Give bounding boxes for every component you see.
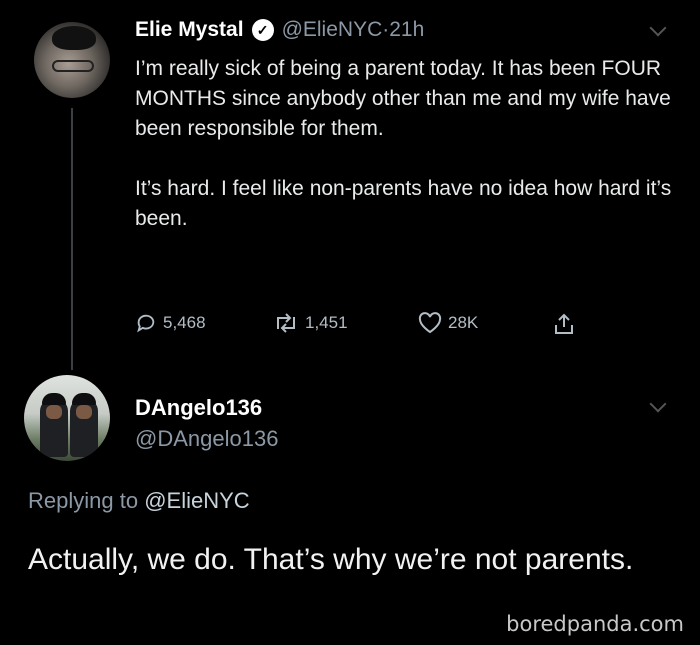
tweet-timestamp[interactable]: 21h [389, 18, 424, 42]
replying-prefix: Replying to [28, 488, 145, 513]
avatar[interactable] [24, 375, 110, 461]
verified-badge-icon: ✓ [251, 19, 274, 41]
tweet-text: I’m really sick of being a parent today.… [135, 54, 675, 264]
watermark: boredpanda.com [506, 612, 684, 636]
share-button[interactable] [553, 312, 581, 336]
avatar-face [76, 405, 92, 419]
like-button[interactable]: 28K [418, 312, 478, 334]
replying-to: Replying to @ElieNYC [28, 488, 250, 514]
author-name[interactable]: Elie Mystal [135, 18, 244, 42]
reply-text: Actually, we do. That’s why we’re not pa… [28, 543, 634, 576]
author-handle[interactable]: @ElieNYC [282, 18, 383, 42]
thread-connector-line [71, 108, 73, 370]
retweet-count: 1,451 [305, 313, 348, 332]
heart-icon [418, 312, 442, 334]
replying-to-link[interactable]: @ElieNYC [144, 488, 249, 513]
reply-count: 5,468 [163, 313, 206, 332]
avatar-person [70, 393, 98, 457]
avatar[interactable] [34, 22, 110, 98]
chevron-down-icon[interactable] [649, 395, 667, 413]
reply-button[interactable]: 5,468 [135, 312, 206, 334]
retweet-button[interactable]: 1,451 [273, 312, 348, 334]
author-name[interactable]: DAngelo136 [135, 395, 262, 421]
avatar-face [46, 405, 62, 419]
retweet-icon [277, 313, 295, 333]
avatar-glasses [52, 60, 94, 72]
reply-icon [137, 314, 155, 333]
avatar-cap [72, 393, 96, 405]
tweet-actions: 5,468 1,451 28K [135, 312, 595, 338]
header-separator: · [382, 18, 390, 41]
chevron-down-icon[interactable] [649, 19, 667, 37]
avatar-hair [52, 26, 96, 50]
tweet-paragraph: I’m really sick of being a parent today.… [135, 57, 671, 140]
avatar-person [40, 393, 68, 457]
share-icon [555, 313, 573, 334]
tweet-header: Elie Mystal ✓ @ElieNYC · 21h [135, 18, 424, 42]
avatar-cap [42, 393, 66, 405]
tweet-paragraph: It’s hard. I feel like non-parents have … [135, 177, 672, 230]
author-handle[interactable]: @DAngelo136 [135, 426, 278, 452]
like-count: 28K [448, 313, 479, 332]
